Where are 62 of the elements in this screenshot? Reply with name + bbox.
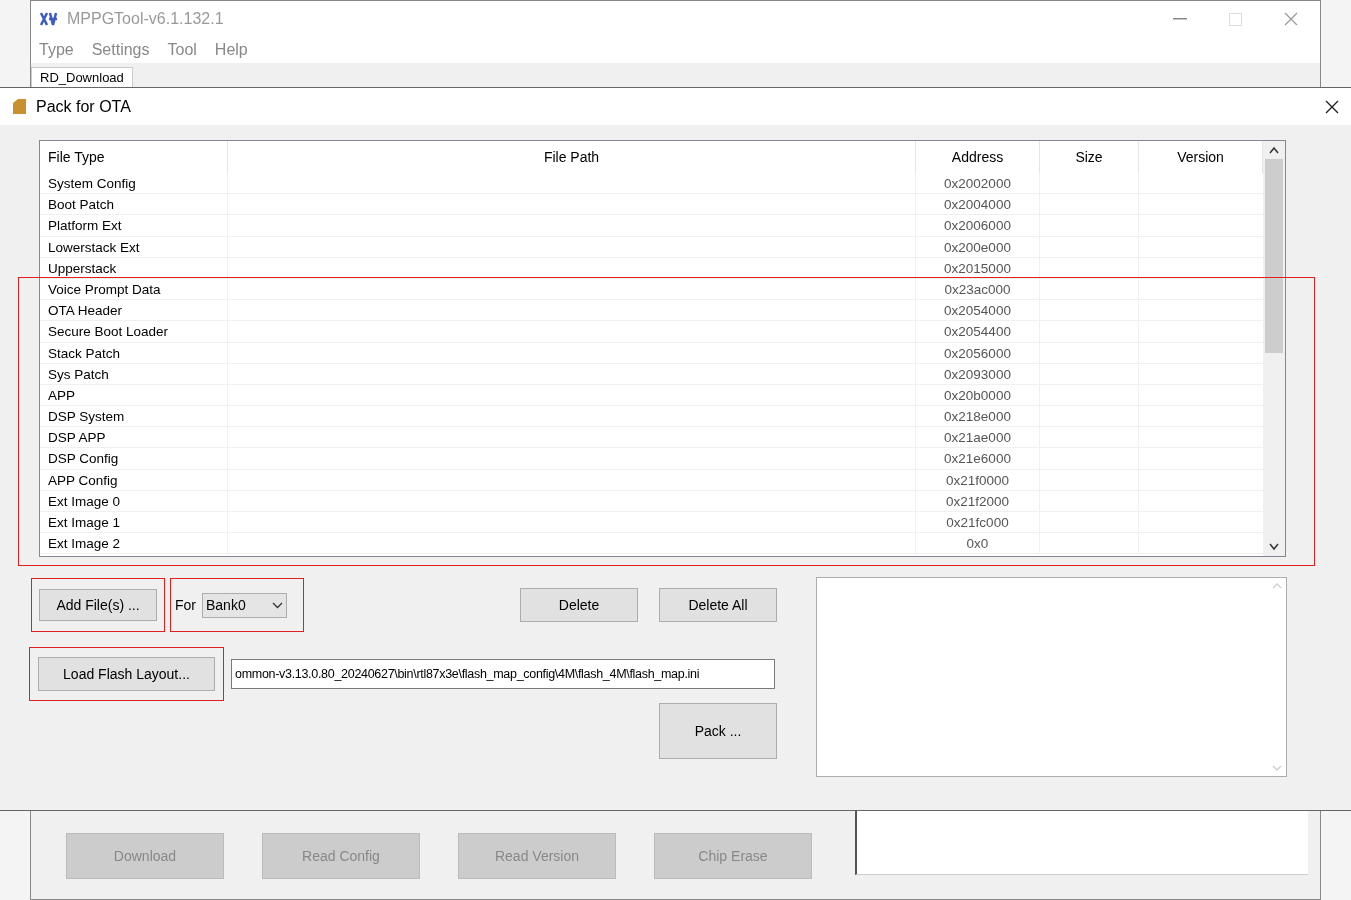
table-cell: Upperstack — [40, 257, 228, 278]
tab[interactable]: RD_Download — [31, 66, 133, 87]
table-cell: 0x2056000 — [916, 342, 1040, 363]
table-cell: 0x2054400 — [916, 321, 1040, 342]
table-cell: 0x2006000 — [916, 215, 1040, 236]
table-cell: Boot Patch — [40, 194, 228, 215]
column-header[interactable]: Size — [1040, 141, 1139, 173]
layout-path-field[interactable]: ommon-v3.13.0.80_20240627\bin\rtl87x3e\flash_map_config\4M\flash_4M\flash_map.ini — [231, 659, 775, 689]
bank-select[interactable]: Bank0 — [202, 592, 287, 618]
table-cell: 0x2004000 — [916, 194, 1040, 215]
close-icon[interactable] — [1325, 99, 1339, 114]
table-cell: DSP System — [40, 406, 228, 427]
table-cell: Secure Boot Loader — [40, 321, 228, 342]
add-files-button[interactable]: Add File(s) ... — [39, 589, 157, 621]
table-cell: APP — [40, 384, 228, 406]
table-cell: APP Config — [40, 469, 228, 490]
menu-item[interactable]: Settings — [91, 38, 150, 62]
menu-item[interactable]: Help — [214, 38, 248, 62]
table-cell: 0x2054000 — [916, 300, 1040, 321]
scroll-thumb[interactable] — [1265, 159, 1283, 353]
table-cell: 0x21f2000 — [916, 490, 1040, 511]
table-cell: 0x218e000 — [916, 406, 1040, 427]
table-cell: Lowerstack Ext — [40, 236, 228, 257]
table-cell: 0x0 — [916, 533, 1040, 554]
table-cell: DSP APP — [40, 427, 228, 448]
delete-button[interactable]: Delete — [520, 588, 638, 622]
table-cell: 0x21ae000 — [916, 427, 1040, 448]
table-cell: 0x20b0000 — [916, 384, 1040, 406]
dialog-title: Pack for OTA — [36, 96, 131, 117]
table-cell: 0x21e6000 — [916, 448, 1040, 469]
table-cell: Ext Image 1 — [40, 512, 228, 533]
pack-button[interactable]: Pack ... — [659, 703, 777, 759]
column-header[interactable]: File Path — [228, 141, 916, 173]
minimize-icon[interactable] — [1173, 18, 1187, 20]
scrollbar[interactable] — [1263, 141, 1285, 556]
load-flash-layout-button[interactable]: Load Flash Layout... — [38, 657, 215, 691]
menu-item[interactable]: Tool — [167, 38, 197, 62]
table-cell: DSP Config — [40, 448, 228, 469]
table-cell: OTA Header — [40, 300, 228, 321]
table-cell: 0x2093000 — [916, 363, 1040, 384]
table-cell: Platform Ext — [40, 215, 228, 236]
window-title: MPPGTool-v6.1.132.1 — [67, 9, 224, 29]
for-label: For — [175, 595, 196, 615]
table-cell: Stack Patch — [40, 342, 228, 363]
table-cell: 0x21fc000 — [916, 512, 1040, 533]
table-cell: Voice Prompt Data — [40, 278, 228, 300]
table-cell: 0x2015000 — [916, 257, 1040, 278]
table-cell: System Config — [40, 173, 228, 194]
package-icon — [12, 98, 27, 115]
table-cell: 0x200e000 — [916, 236, 1040, 257]
table-cell: Ext Image 0 — [40, 490, 228, 511]
column-header[interactable]: Address — [916, 141, 1040, 173]
chevron-down-icon — [272, 601, 283, 609]
maximize-icon[interactable] — [1229, 12, 1242, 26]
menu-item[interactable]: Type — [39, 38, 74, 62]
table-cell: 0x2002000 — [916, 173, 1040, 194]
table-cell: 0x23ac000 — [916, 278, 1040, 300]
table-cell: 0x21f0000 — [916, 469, 1040, 490]
table-cell: Ext Image 2 — [40, 533, 228, 554]
table-cell: Sys Patch — [40, 363, 228, 384]
delete-all-button[interactable]: Delete All — [659, 588, 777, 622]
column-header[interactable]: File Type — [40, 141, 228, 173]
